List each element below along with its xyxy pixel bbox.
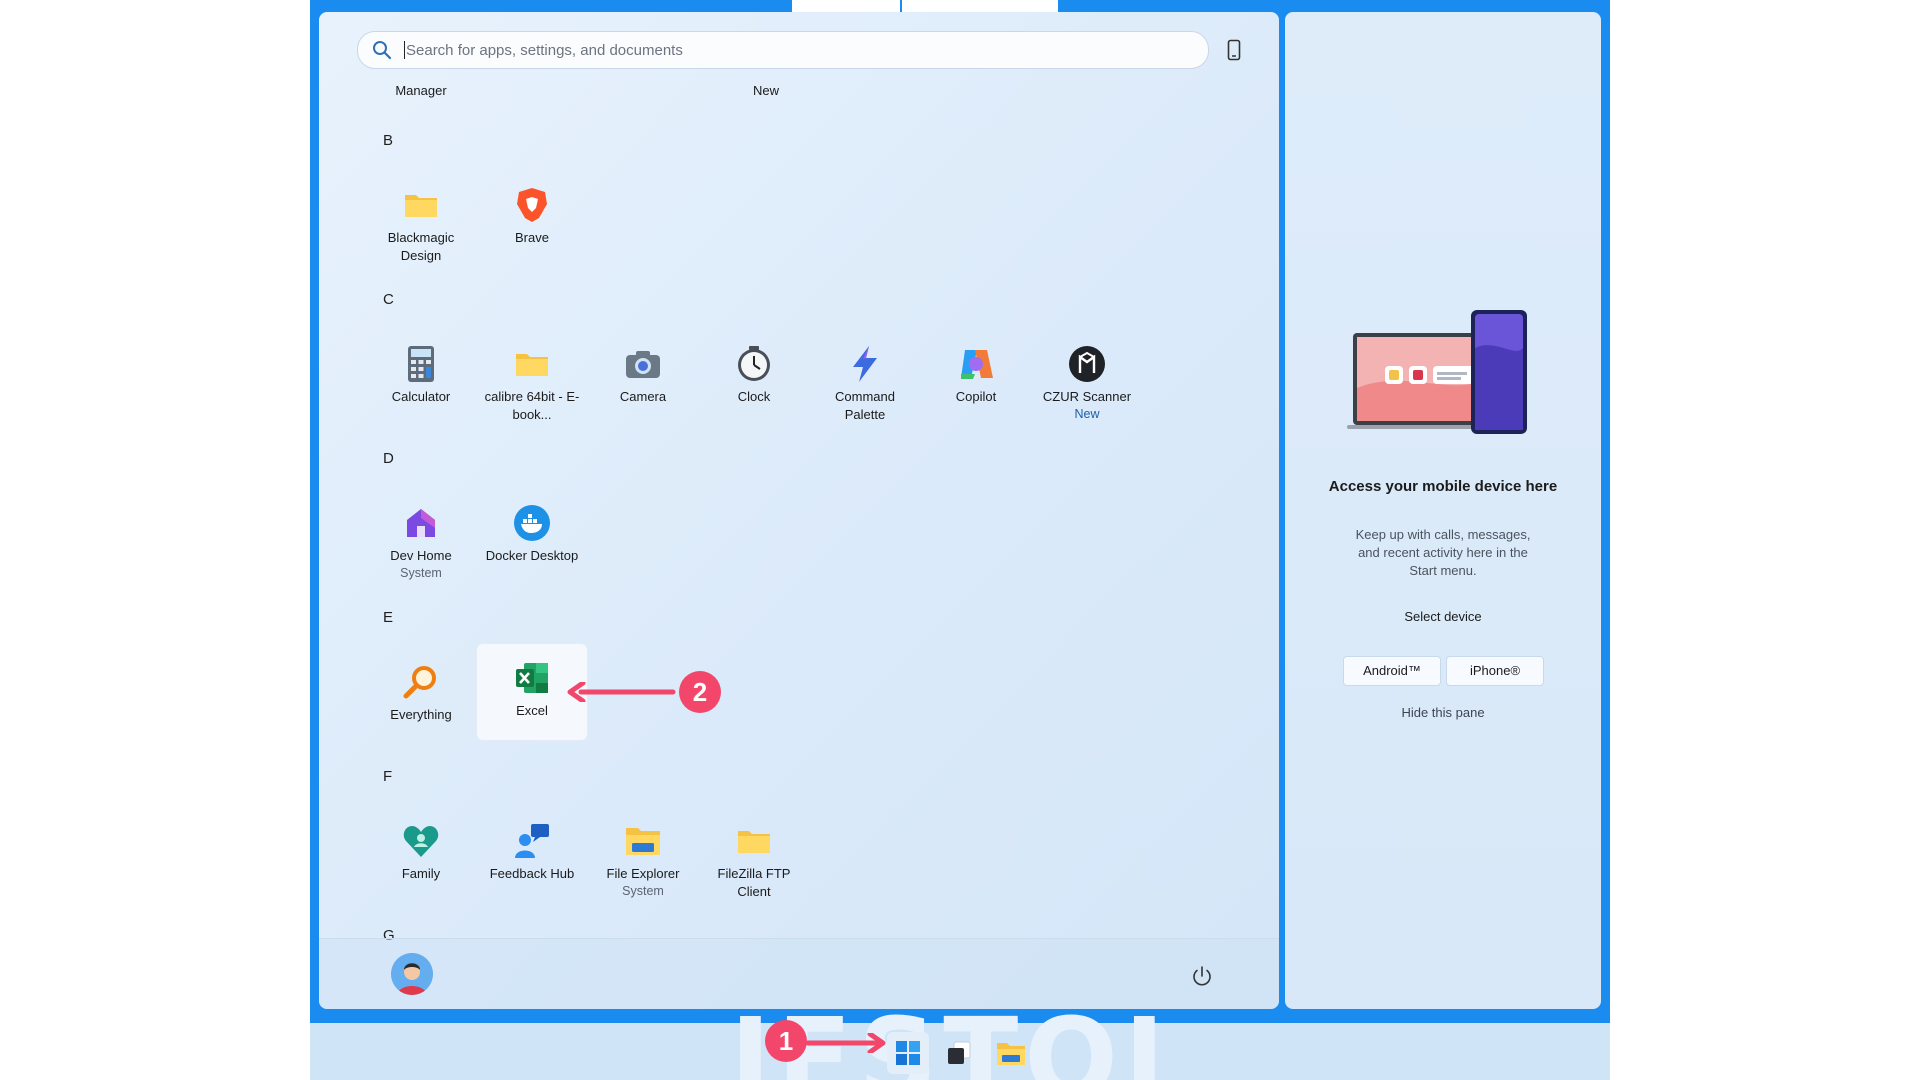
annotation-marker-1: 1 [765,1020,807,1062]
desktop-screen: Manager New B Blackmagic Design Brave C … [310,0,1610,1080]
task-view-button[interactable] [938,1032,980,1074]
app-clock[interactable]: Clock [699,334,809,430]
app-czur-scanner[interactable]: CZUR Scanner New [1032,334,1142,430]
android-button[interactable]: Android™ [1343,656,1441,686]
app-sublabel: System [400,566,442,580]
annotation-marker-2: 2 [679,671,721,713]
excel-icon [512,658,552,698]
app-name: Clock [737,389,771,404]
app-name: Excel [516,703,548,718]
hide-pane-link[interactable]: Hide this pane [1305,705,1581,720]
feedback-icon [512,821,552,861]
mobile-pane-description: Keep up with calls, messages, and recent… [1355,527,1531,578]
app-name: Brave [515,230,549,245]
folder-icon [997,1043,1025,1065]
app-sublabel-fragment: New [752,83,779,98]
start-menu: Manager New B Blackmagic Design Brave C … [319,12,1279,1009]
app-family[interactable]: Family [366,811,476,907]
app-feedback-hub[interactable]: Feedback Hub [477,811,587,907]
app-command-palette[interactable]: Command Palette [810,334,920,430]
app-camera[interactable]: Camera [588,334,698,430]
dev-home-icon [401,503,441,543]
app-calibre[interactable]: calibre 64bit - E-book... [477,334,587,430]
search-input[interactable] [404,32,1188,68]
file-explorer-taskbar-button[interactable] [990,1032,1032,1074]
app-name: Copilot [955,389,997,404]
app-docker-desktop[interactable]: Docker Desktop [477,493,587,589]
annotation-arrow-2 [567,682,676,702]
app-sublabel: System [622,884,664,898]
annotation-arrow-1 [806,1033,886,1053]
search-icon [373,41,392,60]
group-letter-e[interactable]: E [383,608,403,628]
mobile-pane: Access your mobile device here Keep up w… [1285,12,1601,1009]
app-name: Camera [619,389,667,404]
folder-icon [512,344,552,384]
devices-illustration [1347,310,1527,434]
app-name: Calculator [391,389,451,404]
app-name: Dev Home [390,548,452,563]
app-filezilla[interactable]: FileZilla FTP Client [699,811,809,907]
text-caret [404,41,405,59]
user-avatar[interactable] [391,953,433,995]
folder-icon [734,821,774,861]
app-copilot[interactable]: Copilot [921,334,1031,430]
app-blackmagic-design[interactable]: Blackmagic Design [366,175,476,271]
app-calculator[interactable]: Calculator [366,334,476,430]
avatar-icon [391,953,433,995]
group-letter-f[interactable]: F [383,767,403,787]
window-strip [792,0,900,12]
camera-icon [623,344,663,384]
search-box[interactable] [357,31,1209,69]
file-explorer-icon [623,821,663,861]
app-name: CZUR Scanner [1042,389,1132,404]
app-name: Feedback Hub [489,866,575,881]
clock-icon [734,344,774,384]
taskbar: JESTOJ 1 [310,1003,1610,1080]
docker-icon [512,503,552,543]
calculator-icon [401,344,441,384]
magnifier-icon [401,662,441,702]
select-device-label: Select device [1404,609,1482,624]
app-name: Command Palette [835,389,895,422]
app-label-fragment: Manager [395,83,447,98]
app-name: FileZilla FTP Client [717,866,791,899]
folder-icon [401,185,441,225]
brave-icon [512,185,552,225]
family-heart-icon [401,821,441,861]
windows-logo-icon [896,1041,920,1065]
scanner-icon [1067,344,1107,384]
phone-icon[interactable] [1227,39,1241,61]
copilot-icon [956,344,996,384]
app-dev-home[interactable]: Dev Home System [366,493,476,589]
app-name: Docker Desktop [485,548,579,563]
window-strip [902,0,1058,12]
iphone-button[interactable]: iPhone® [1446,656,1544,686]
app-name: Everything [390,707,452,722]
mobile-pane-title: Access your mobile device here [1328,478,1558,495]
app-everything[interactable]: Everything [366,652,476,748]
group-letter-d[interactable]: D [383,449,403,469]
lightning-icon [845,344,885,384]
app-badge-new: New [1074,407,1100,421]
app-brave[interactable]: Brave [477,175,587,271]
app-name: Family [401,866,441,881]
start-button[interactable] [887,1032,929,1074]
app-name: File Explorer [606,866,680,881]
group-letter-b[interactable]: B [383,131,403,151]
app-name: calibre 64bit - E-book... [484,389,580,422]
power-icon[interactable] [1191,965,1213,987]
app-file-explorer[interactable]: File Explorer System [588,811,698,907]
task-view-icon [948,1041,971,1064]
group-letter-c[interactable]: C [383,290,403,310]
app-name: Blackmagic Design [387,230,455,263]
